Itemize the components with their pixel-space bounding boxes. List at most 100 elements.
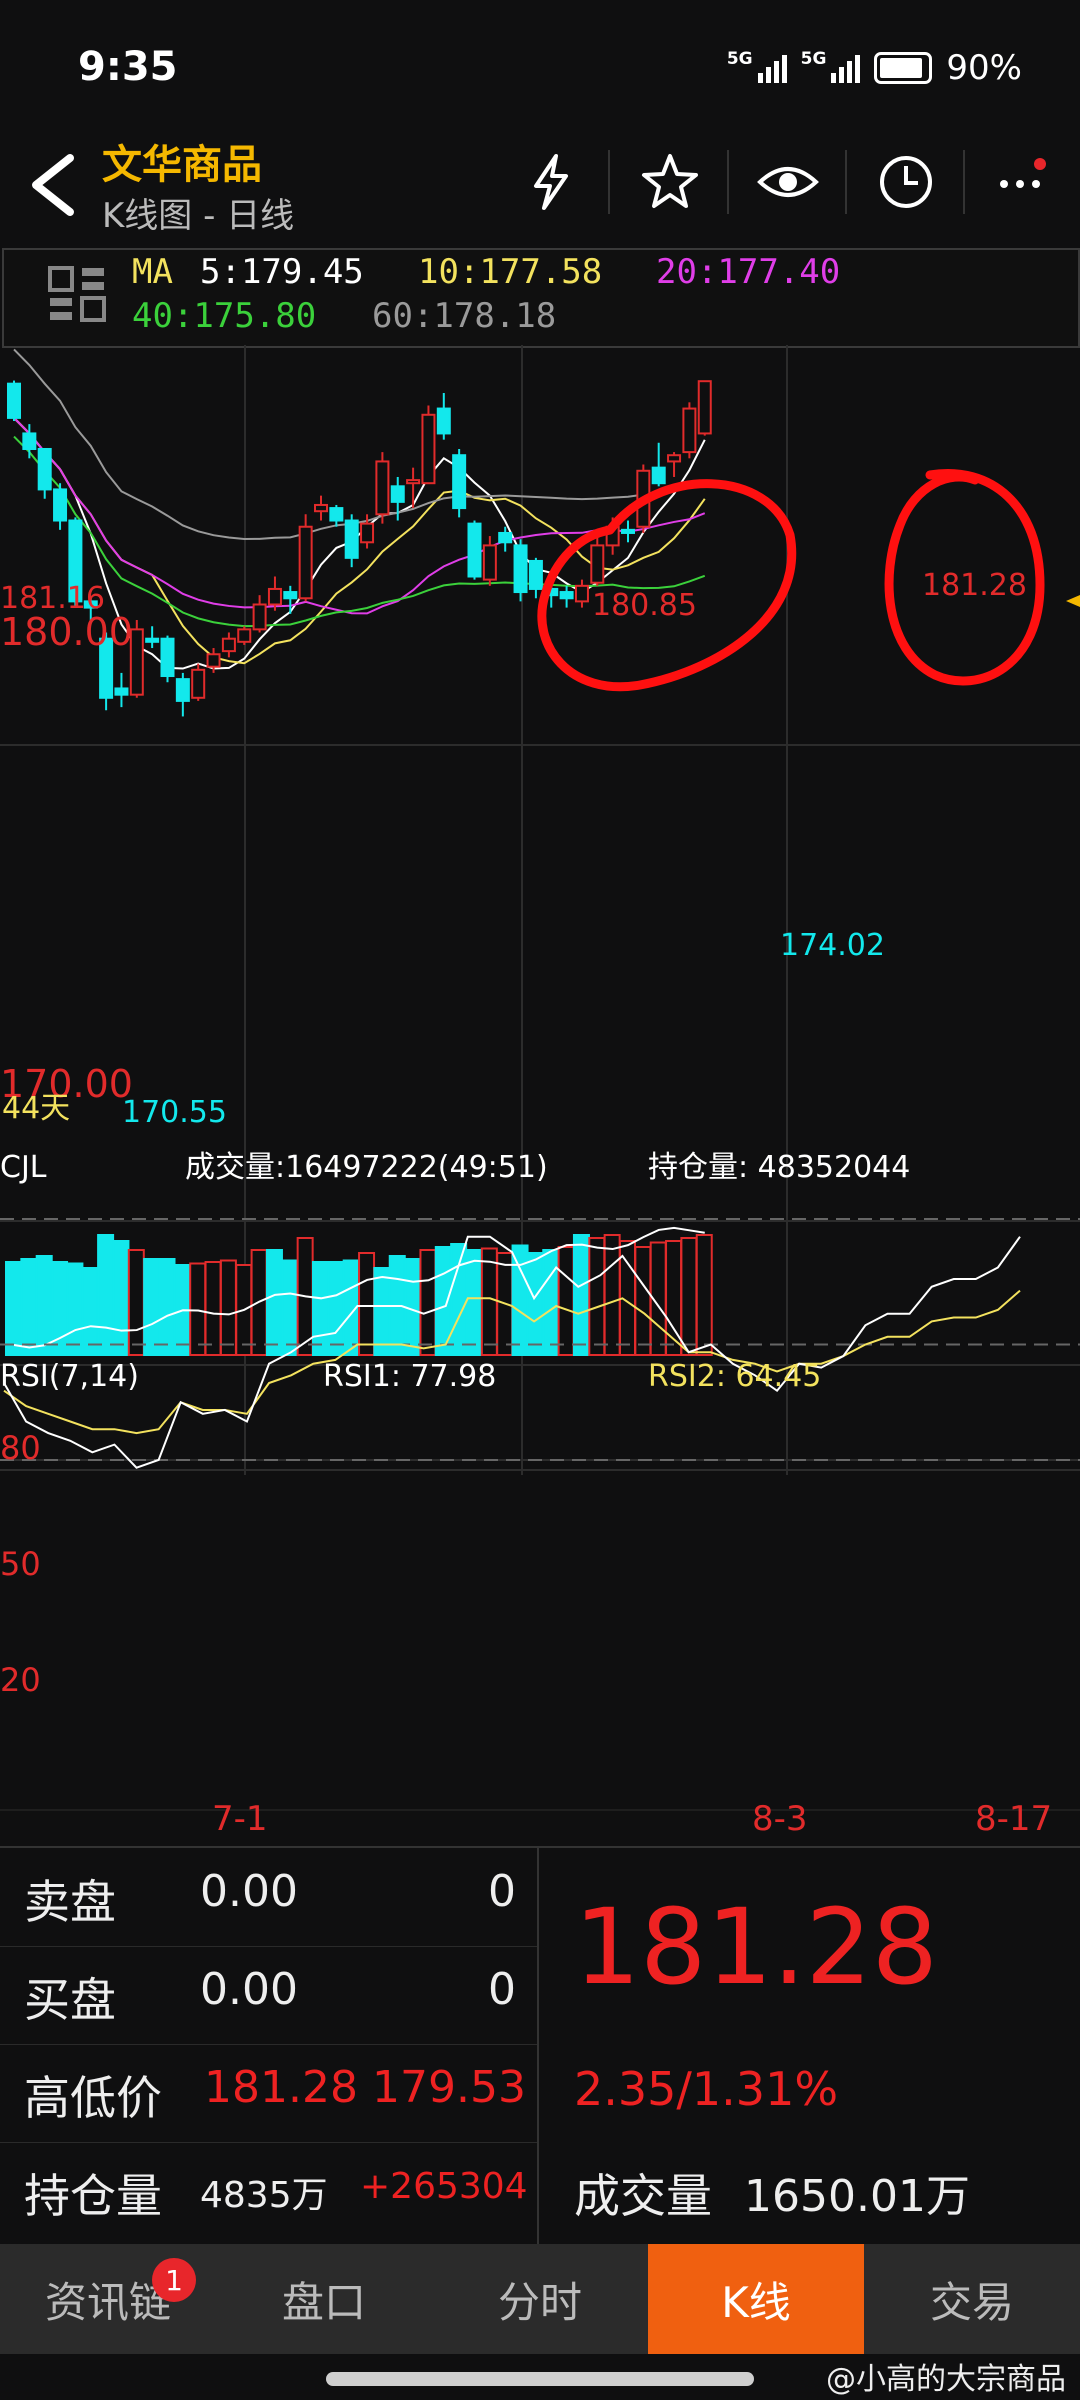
price-change: 2.35/1.31% [574, 2062, 839, 2116]
ma20-value: 20:177.40 [656, 252, 841, 292]
back-arrow-icon[interactable] [26, 150, 86, 220]
buy-qty: 0 [488, 1964, 516, 2015]
candle-body [237, 628, 252, 643]
volume-value: 1650.01万 [744, 2171, 970, 2222]
home-indicator[interactable] [326, 2372, 754, 2386]
candle-body [421, 413, 436, 485]
open-interest-change: +265304 [360, 2166, 528, 2207]
tab-order-book[interactable]: 盘口 [216, 2244, 432, 2354]
low-price: 179.53 [372, 2062, 526, 2113]
lightning-icon[interactable] [520, 150, 584, 214]
open-interest-label: 持仓量 [24, 2169, 162, 2223]
volume-bar [557, 1246, 575, 1356]
volume-bar [312, 1261, 329, 1356]
candle-body [114, 687, 129, 696]
volume-title: CJL [0, 1150, 47, 1185]
candle-body [344, 519, 359, 559]
volume-bar [603, 1234, 621, 1356]
volume-bar [695, 1234, 713, 1356]
high-price: 181.28 [204, 2062, 358, 2113]
candle-body [621, 528, 635, 534]
volume-bar [542, 1249, 560, 1356]
low-label-2: 174.02 [780, 928, 885, 963]
eye-icon[interactable] [756, 150, 820, 214]
more-menu-icon[interactable] [990, 150, 1054, 214]
high-low-label: 高低价 [24, 2071, 162, 2125]
volume-bar [373, 1267, 391, 1356]
tab-news-chain[interactable]: 资讯链 1 [0, 2244, 216, 2354]
candle-body [298, 525, 313, 600]
peak-label-2: 181.28 [922, 568, 1027, 603]
low-label-1: 170.55 [122, 1095, 227, 1130]
candle-body [467, 522, 482, 578]
candle-body [7, 382, 21, 419]
instrument-title: 文华商品 [102, 142, 262, 188]
date-label-2: 8-3 [752, 1799, 808, 1839]
signal-icon: 5G [801, 49, 861, 83]
candle-body [697, 380, 712, 435]
sell-label: 卖盘 [24, 1875, 116, 1929]
rsi-level-80: 80 [0, 1429, 41, 1467]
clock-icon[interactable] [874, 150, 938, 214]
candle-body [452, 454, 467, 510]
tab-trade[interactable]: 交易 [864, 2244, 1080, 2354]
candle-body [314, 503, 328, 513]
candle-body [252, 603, 267, 631]
candle-body [651, 466, 666, 485]
volume-bar [680, 1237, 698, 1356]
battery-icon [874, 52, 933, 84]
candle-body [406, 479, 421, 485]
volume-bar [511, 1244, 529, 1356]
price-label-180: 180.00 [0, 610, 133, 654]
volume-bar [81, 1267, 99, 1356]
volume-bar [327, 1261, 345, 1356]
candle-body [559, 591, 574, 600]
rsi-level-50: 50 [0, 1545, 41, 1583]
volume-bar [5, 1261, 22, 1356]
volume-bar [634, 1246, 652, 1356]
status-indicators: 5G 5G 90% [727, 48, 1022, 88]
ma-label: MA [132, 252, 173, 292]
sell-qty: 0 [488, 1866, 516, 1917]
candle-body [574, 584, 589, 603]
buy-price: 0.00 [200, 1964, 298, 2015]
candle-body [436, 407, 451, 435]
rsi1-label: RSI1: 77.98 [323, 1359, 496, 1394]
tab-intraday[interactable]: 分时 [432, 2244, 648, 2354]
volume-bar [66, 1262, 84, 1356]
ma60-line [13, 348, 705, 540]
volume-bar [35, 1255, 53, 1356]
rsi-title: RSI(7,14) [0, 1359, 139, 1394]
days-label: 44天 [2, 1091, 70, 1126]
candle-body [528, 559, 543, 590]
volume-bar [358, 1252, 376, 1356]
volume-bar [526, 1252, 544, 1356]
candle-body [160, 637, 175, 678]
volume-trade-label: 成交量:16497222(49:51) [185, 1150, 548, 1185]
candle-body [667, 454, 682, 463]
candle-body [513, 544, 528, 594]
kline-chart[interactable]: 181.16 180.00 170.00 44天 170.55 174.02 1… [0, 345, 1080, 1845]
date-label-1: 7-1 [212, 1799, 268, 1839]
last-price: 181.28 [574, 1886, 938, 2008]
volume-bar [97, 1234, 115, 1356]
candle-body [206, 653, 221, 668]
chart-period[interactable]: K线图 - 日线 [102, 188, 294, 237]
ma60-value: 60:178.18 [372, 296, 557, 336]
watermark: @小高的大宗商品 [826, 2362, 1066, 2397]
candle-body [221, 637, 236, 653]
star-icon[interactable] [638, 150, 702, 214]
candle-body [390, 485, 405, 503]
open-interest-value: 4835万 [200, 2175, 328, 2216]
buy-label: 买盘 [24, 1973, 116, 2027]
volume-bars [5, 1226, 713, 1356]
rsi2-label: RSI2: 64.45 [648, 1359, 821, 1394]
signal-icon: 5G [727, 49, 787, 83]
tab-kline[interactable]: K线 [648, 2244, 864, 2354]
rsi-level-20: 20 [0, 1661, 41, 1699]
ma10-value: 10:177.58 [418, 252, 603, 292]
grid-icon[interactable] [46, 262, 110, 326]
peak-label-1: 180.85 [592, 588, 697, 623]
volume-bar [588, 1237, 606, 1356]
volume-bar [265, 1249, 283, 1356]
